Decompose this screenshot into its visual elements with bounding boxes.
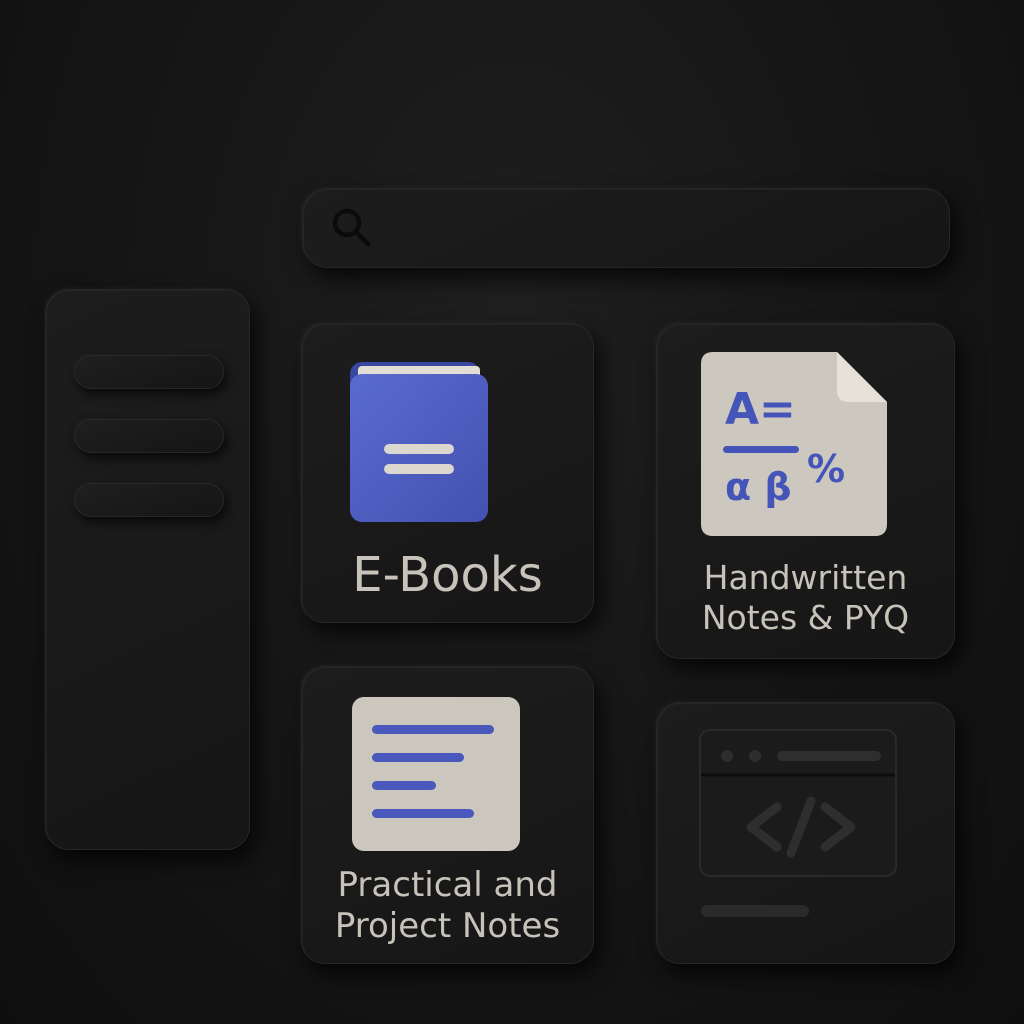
ebooks-card[interactable]: E-Books [301, 323, 594, 623]
handwritten-notes-label-line1: Handwritten [703, 558, 908, 597]
practical-notes-label-line2: Project Notes [334, 906, 561, 947]
notes-document-icon [350, 695, 522, 857]
code-card-label-placeholder [701, 905, 809, 917]
practical-notes-label: Practical and Project Notes [302, 865, 593, 948]
handwritten-notes-label: Handwritten Notes & PYQ [657, 558, 954, 639]
app-canvas: E-Books A= α β % Handwritten Notes & PYQ [0, 0, 1024, 1024]
practical-notes-label-line1: Practical and [337, 865, 558, 905]
handwritten-notes-card[interactable]: A= α β % Handwritten Notes & PYQ [656, 323, 955, 659]
sidebar-item-1[interactable] [74, 355, 224, 389]
formula-text-percent: % [807, 447, 845, 491]
handwritten-notes-label-line2: Notes & PYQ [701, 598, 910, 638]
formula-text-a: A= [725, 384, 796, 435]
code-card[interactable] [656, 702, 955, 964]
search-input[interactable] [391, 207, 925, 249]
sidebar-item-2[interactable] [74, 419, 224, 453]
formula-text-greek: α β [725, 465, 792, 509]
sidebar-item-3[interactable] [74, 483, 224, 517]
book-icon [348, 360, 490, 530]
practical-notes-card[interactable]: Practical and Project Notes [301, 666, 594, 964]
ebooks-label: E-Books [352, 547, 543, 603]
search-bar[interactable] [302, 188, 950, 268]
sidebar [45, 289, 250, 850]
code-window-icon [699, 729, 899, 883]
search-icon[interactable] [327, 203, 377, 253]
formula-document-icon: A= α β % [699, 350, 889, 542]
